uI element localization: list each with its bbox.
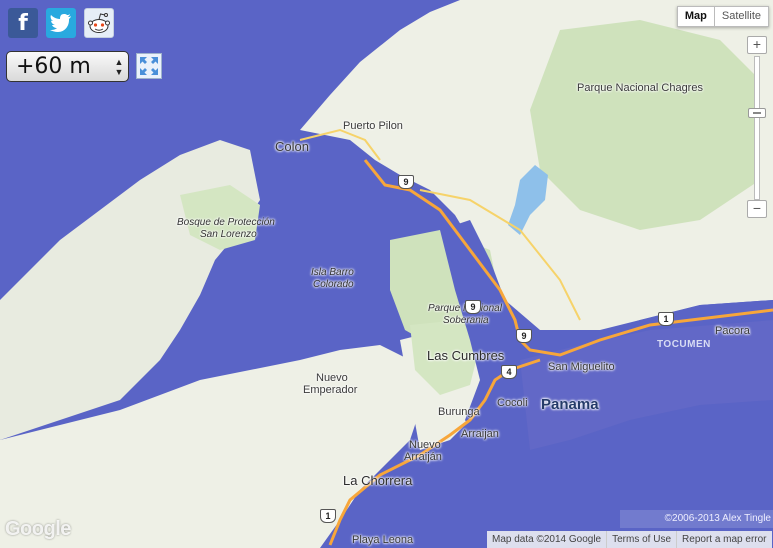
label-pacora: Pacora	[715, 325, 750, 337]
zoom-in-button[interactable]: +	[747, 36, 767, 54]
copyright-tingle: ©2006-2013 Alex Tingle	[620, 510, 773, 528]
label-panama: Panama	[541, 396, 599, 413]
label-puerto-pilon: Puerto Pilon	[343, 120, 403, 132]
reddit-alien-icon	[88, 13, 110, 33]
map-type-satellite-button[interactable]: Satellite	[714, 6, 769, 27]
twitter-share-button[interactable]	[46, 8, 76, 38]
zoom-out-button[interactable]: −	[747, 200, 767, 218]
twitter-bird-icon	[50, 14, 71, 32]
google-logo: Google	[5, 518, 71, 540]
label-la-chorrera: La Chorrera	[343, 473, 413, 488]
road-shield-4: 4	[501, 365, 517, 379]
label-arraijan: Arraijan	[461, 428, 499, 440]
terms-of-use-link[interactable]: Terms of Use	[606, 531, 676, 548]
reddit-share-button[interactable]	[84, 8, 114, 38]
fullscreen-button[interactable]	[136, 53, 162, 79]
facebook-share-button[interactable]: f	[8, 8, 38, 38]
label-nuevo-arraijan-1: Nuevo	[409, 439, 441, 451]
report-map-error-link[interactable]: Report a map error	[676, 531, 771, 548]
label-isla-1: Isla Barro	[311, 267, 354, 278]
stepper-arrows-icon[interactable]: ▲ ▼	[110, 57, 128, 77]
road-shield-1: 1	[658, 312, 674, 326]
fullscreen-expand-icon	[140, 57, 158, 75]
label-san-miguelito: San Miguelito	[548, 361, 615, 373]
sea-level-select[interactable]: +60 m ▲ ▼	[6, 51, 129, 82]
map-type-control: Map Satellite	[676, 6, 769, 27]
label-nuevo-arraijan-2: Arraiján	[404, 451, 442, 463]
label-las-cumbres: Las Cumbres	[427, 348, 505, 363]
map-type-map-button[interactable]: Map	[676, 6, 715, 27]
label-burunga: Burunga	[438, 406, 480, 418]
zoom-control: + −	[747, 36, 767, 218]
label-bosque-1: Bosque de Protección	[177, 217, 275, 228]
label-colon: Colon	[275, 139, 309, 154]
road-shield-1: 1	[320, 509, 336, 523]
label-soberania-2: Soberania	[443, 315, 489, 326]
label-isla-2: Colorado	[313, 279, 354, 290]
road-shield-9: 9	[398, 175, 414, 189]
label-tocumen: TOCUMEN	[657, 339, 711, 350]
sea-level-value: +60 m	[16, 54, 91, 79]
map-data-attribution: Map data ©2014 Google	[492, 534, 602, 545]
label-parque-chagres: Parque Nacional Chagres	[577, 82, 703, 94]
label-cocoli: Cocoli	[497, 397, 528, 409]
road-shield-9: 9	[465, 300, 481, 314]
map-footer: Map data ©2014 Google Terms of Use Repor…	[487, 531, 772, 548]
facebook-icon: f	[18, 10, 28, 36]
label-nuevo-emperador-2: Emperador	[303, 384, 358, 396]
label-bosque-2: San Lorenzo	[200, 229, 257, 240]
label-nuevo-emperador-1: Nuevo	[316, 372, 348, 384]
zoom-slider-handle[interactable]	[748, 108, 766, 118]
zoom-slider-track[interactable]	[754, 56, 760, 200]
label-playa-leona: Playa Leona	[352, 534, 414, 546]
road-shield-9: 9	[516, 329, 532, 343]
